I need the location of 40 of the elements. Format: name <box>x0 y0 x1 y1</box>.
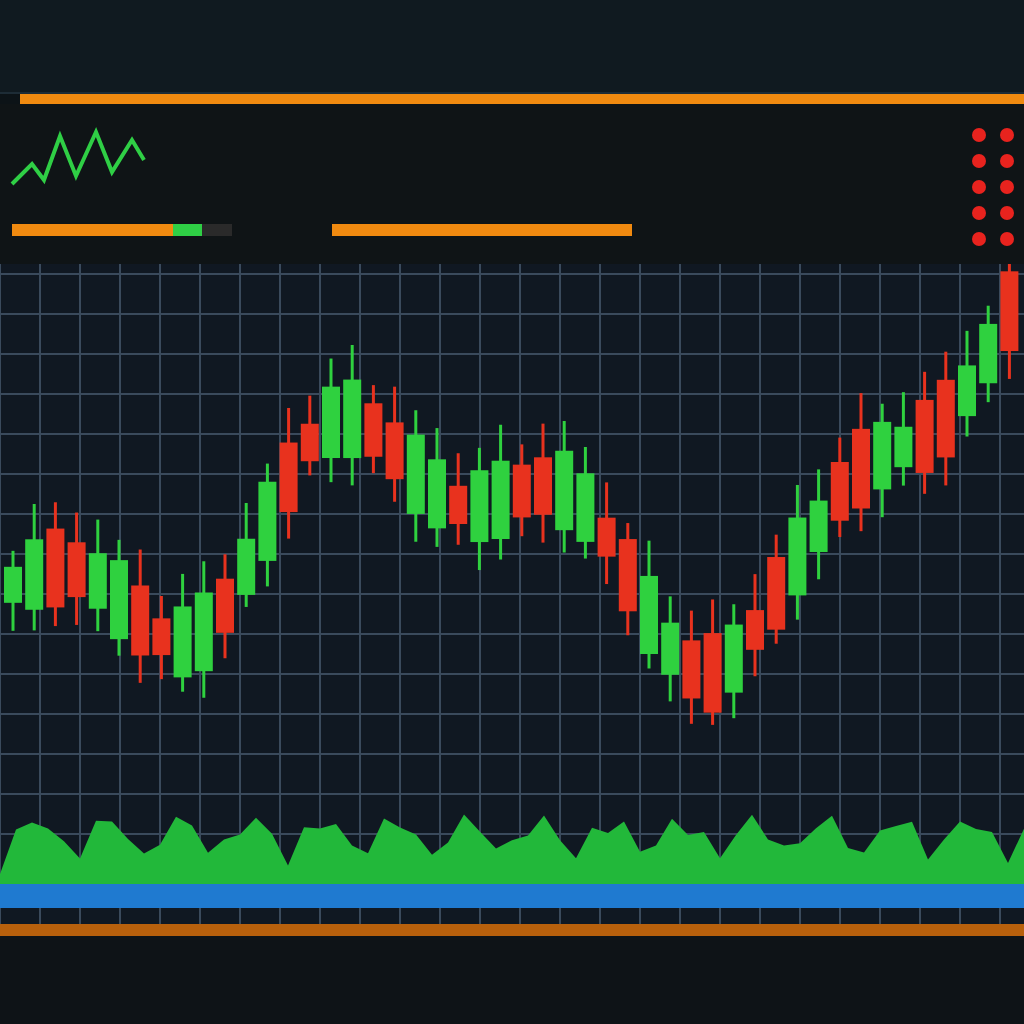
candlestick <box>449 453 468 545</box>
candlestick <box>979 305 998 403</box>
candlestick <box>534 423 552 543</box>
candlestick <box>661 596 680 702</box>
candlestick <box>936 351 955 486</box>
candlestick <box>767 534 786 644</box>
candlestick <box>428 428 446 547</box>
candlestick <box>88 519 107 632</box>
candlestick <box>597 482 616 585</box>
candlestick <box>237 503 256 607</box>
candlestick <box>67 512 86 625</box>
candlestick <box>724 604 743 719</box>
candlestick <box>470 447 489 571</box>
candlestick <box>640 540 658 669</box>
candlestick <box>915 371 934 494</box>
candlestick <box>4 550 22 631</box>
candlestick <box>618 523 637 636</box>
candlestick <box>555 421 574 553</box>
candlestick <box>788 484 807 620</box>
candlestick <box>110 539 128 656</box>
candlestick <box>830 437 849 537</box>
candlestick <box>746 574 764 677</box>
candlestick <box>258 463 277 587</box>
candlestick <box>1000 264 1019 379</box>
candlestick <box>703 599 722 725</box>
candlestick <box>809 469 828 580</box>
candlestick <box>385 386 404 502</box>
candlestick <box>873 403 892 518</box>
candlestick <box>25 504 44 631</box>
candlestick <box>958 330 976 437</box>
candlestick <box>576 447 595 559</box>
candlestick <box>46 502 65 627</box>
candlestick <box>322 358 340 483</box>
candlestick <box>852 393 870 532</box>
candlestick <box>894 392 913 486</box>
candlestick <box>406 410 425 542</box>
candlestick <box>173 573 192 692</box>
candlestick <box>194 561 213 698</box>
candlestick <box>682 610 701 724</box>
candlestick <box>216 554 234 659</box>
